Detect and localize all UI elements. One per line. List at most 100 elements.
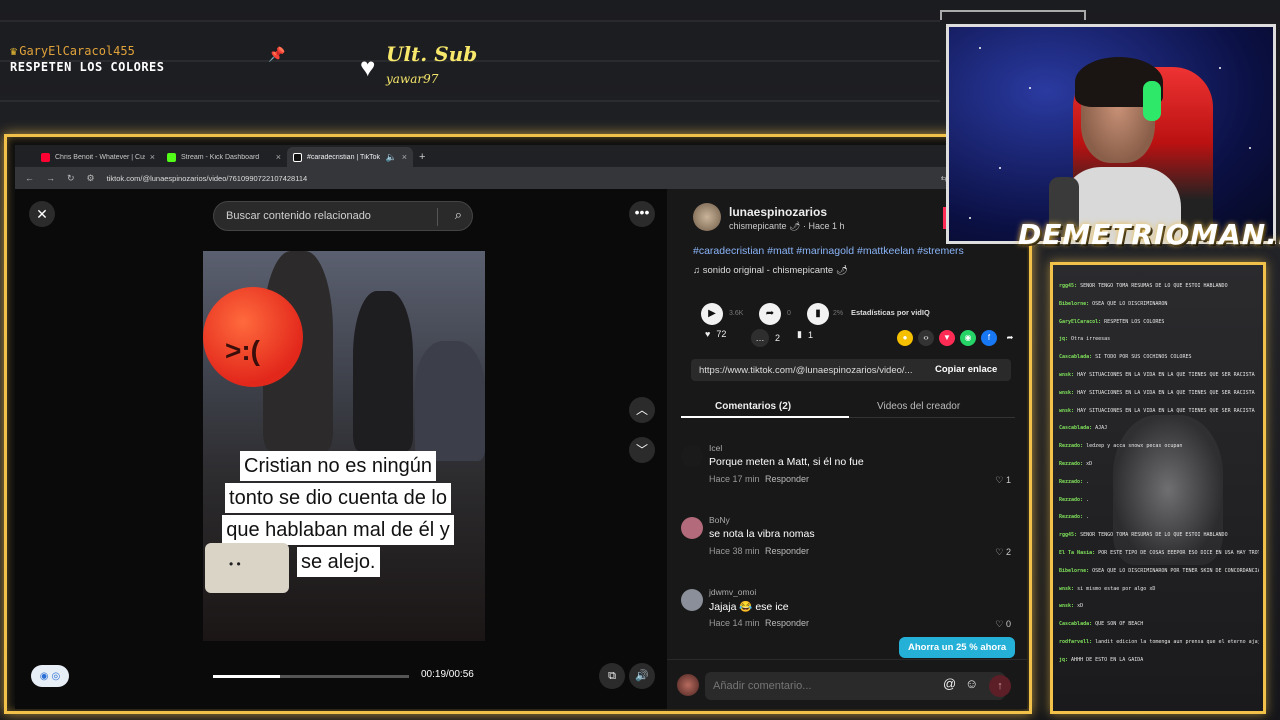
comment-author[interactable]: Icel [709,443,722,453]
close-tab-icon[interactable]: × [276,152,281,162]
comment-action[interactable]: … 2 [751,329,780,347]
next-video-button[interactable]: ﹀ [629,437,655,463]
more-options-button[interactable]: ••• [629,201,655,227]
comment-avatar[interactable] [681,445,703,467]
comment-icon: … [751,329,769,347]
last-sub-label: Ult. Sub [386,42,478,66]
chat-username: Cascablada: [1059,621,1093,628]
send-comment-button[interactable]: ↑ [989,675,1011,697]
headset-icon [1143,81,1161,121]
star [999,167,1001,169]
comment-like-count: 0 [1005,619,1011,629]
related-search-input[interactable]: Buscar contenido relacionado ⌕ [213,201,473,231]
forward-icon[interactable]: → [46,173,55,183]
comment-like[interactable]: ♡ 2 [995,547,1011,558]
address-bar: ← → ↻ ⚙ tiktok.com/@lunaespinozarios/vid… [15,167,1027,189]
reply-button[interactable]: Responder [765,618,809,628]
comment-like[interactable]: ♡ 1 [995,475,1011,486]
cat-sticker-icon: • • [205,543,289,593]
chat-username: wnsk: [1059,371,1075,378]
url-field[interactable]: tiktok.com/@lunaespinozarios/video/76109… [107,174,929,183]
browser-tab-kick[interactable]: Stream - Kick Dashboard × [161,147,287,167]
send-icon[interactable]: ▼ [939,330,955,346]
chat-username: rgg45: [1059,283,1078,289]
like-action[interactable]: ♥ 72 [705,329,726,339]
chat-username: Rezzado: [1059,478,1084,485]
comment-author[interactable]: BoNy [709,515,730,525]
chat-text: . [1086,514,1090,521]
volume-button[interactable]: 🔊 [629,663,655,689]
tab-comments[interactable]: Comentarios (2) [715,401,791,412]
reply-button[interactable]: Responder [765,546,809,556]
back-icon[interactable]: ← [25,173,34,183]
search-icon[interactable]: ⌕ [455,207,462,223]
comment-item: Icel Porque meten a Matt, si él no fue H… [681,443,1011,503]
browser-tab-youtube[interactable]: Chris Benoit - Whatever | Custo × [35,147,161,167]
comment-input[interactable] [705,672,1005,700]
stream-overlay: ♛ GaryElCaracol455 RESPETEN LOS COLORES 📌… [0,0,1280,720]
tab-creator-videos[interactable]: Videos del creador [877,401,960,412]
reply-button[interactable]: Responder [765,474,809,484]
coin-share-icon[interactable]: ● [897,330,913,346]
sound-link[interactable]: ♫ sonido original - chismepicante 🌶 [693,265,848,276]
share-icon[interactable]: ➦ [1002,330,1018,346]
facebook-icon[interactable]: f [981,330,997,346]
speaker-icon[interactable]: 🔈 [386,152,397,163]
embed-icon[interactable]: ‹› [918,330,934,346]
promo-pill[interactable]: Ahorra un 25 % ahora [899,637,1016,658]
chat-message: wnsk: xD [1059,603,1259,621]
chat-text: Otra irreesas [1071,336,1111,343]
whatsapp-icon[interactable]: ◉ [960,330,976,346]
highlight-user: GaryElCaracol455 [19,44,135,58]
chat-username: jq: [1059,336,1069,343]
mention-icon[interactable]: @ [943,676,956,691]
close-tab-icon[interactable]: × [402,152,407,162]
comment-composer: @ ☺ ↑ [667,659,1027,709]
chat-text: ledzep y acca snowx pecas ocupan [1086,443,1183,450]
save-action[interactable]: ▮ 1 [797,329,813,340]
share-arrow-icon[interactable]: ➦ [759,303,781,325]
copy-link-box: https://www.tiktok.com/@lunaespinozarios… [691,359,1011,381]
play-icon[interactable]: ▶ [701,303,723,325]
picture-in-picture-button[interactable]: ⧉ [599,663,625,689]
emoji-icon[interactable]: ☺ [965,676,978,691]
tiktok-page: ✕ Buscar contenido relacionado ⌕ ••• >:( [15,189,1027,709]
video-figure [415,341,485,461]
extension-pill[interactable]: ◉ ◎ [31,665,69,687]
chat-message: wnsk: HAY SITUACIONES EN LA VIDA EN LA Q… [1059,390,1259,408]
hashtags[interactable]: #caradecristian #matt #marinagold #mattk… [693,245,964,257]
crown-icon: ♛ [10,44,18,58]
comment-avatar[interactable] [681,517,703,539]
browser-capture-frame: Chris Benoit - Whatever | Custo × Stream… [4,134,1032,714]
chat-text: OSEA QUE LO DISCRIMINARON POR TENER SKIN… [1092,567,1259,574]
chat-text: . [1086,478,1090,485]
close-viewer-button[interactable]: ✕ [29,201,55,227]
chat-text: SEÑOR TENGO TOMA RESUMAS DE LO QUE ESTOI… [1080,283,1228,289]
caption-line: que hablaban mal de él y [222,515,454,545]
new-tab-button[interactable]: + [419,147,425,167]
close-tab-icon[interactable]: × [150,152,155,162]
previous-video-button[interactable]: ︿ [629,397,655,423]
star [1219,67,1221,69]
video-player[interactable]: >:( Cristian no es ningún tonto se dio c… [203,251,485,641]
stats-label[interactable]: Estadísticas por vidIQ [851,308,930,317]
comment-avatar[interactable] [681,589,703,611]
stats-icon[interactable]: ▮ [807,303,829,325]
copy-link-button[interactable]: Copiar enlace [935,364,997,375]
site-info-icon[interactable]: ⚙ [87,173,95,184]
link-text[interactable]: https://www.tiktok.com/@lunaespinozarios… [699,365,912,376]
video-progress-bar[interactable] [213,675,409,678]
webcam-decoration [940,10,1086,20]
comment-item: BoNy se nota la vibra nomas Hace 38 min … [681,515,1011,575]
my-avatar [677,674,699,696]
author-name[interactable]: lunaespinozarios [729,205,827,219]
chat-message: wnsk: si mismo estae por algo xD [1059,586,1259,604]
browser-tab-tiktok[interactable]: #caradecristian | TikTok 🔈 × [287,147,413,167]
comment-author[interactable]: jdwmv_omoi [709,587,756,597]
chat-message: GaryElCaracol: RESPETEN LOS COLORES [1059,319,1259,337]
comment-like[interactable]: ♡ 0 [995,619,1011,630]
chat-message: Cascablada: SI TODO POR SUS COCHINOS COL… [1059,354,1259,372]
chat-text: si mismo estae por algo xD [1077,585,1156,592]
author-avatar[interactable] [693,203,721,231]
reload-icon[interactable]: ↻ [67,173,75,184]
